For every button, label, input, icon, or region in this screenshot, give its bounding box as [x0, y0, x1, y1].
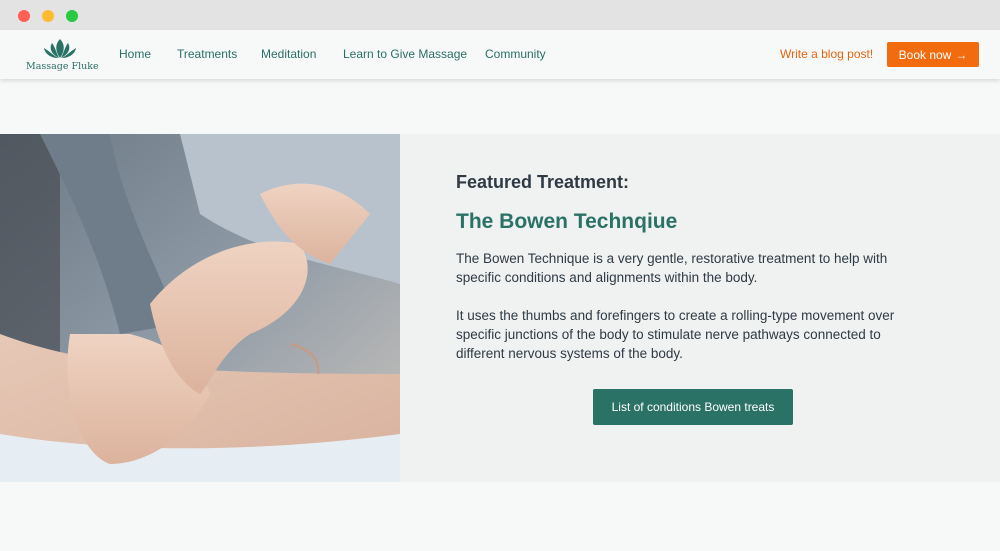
- massage-photo: [0, 134, 400, 482]
- nav-link-home[interactable]: Home: [119, 47, 151, 61]
- logo-text: Massage Fluke: [26, 61, 99, 72]
- close-window-button[interactable]: [18, 10, 30, 22]
- window-titlebar: [0, 0, 1000, 30]
- maximize-window-button[interactable]: [66, 10, 78, 22]
- site-logo[interactable]: Massage Fluke: [26, 37, 99, 75]
- treatment-description-1: The Bowen Technique is a very gentle, re…: [456, 251, 888, 285]
- nav-link-community[interactable]: Community: [485, 47, 546, 61]
- book-now-button[interactable]: Book now →: [887, 42, 979, 67]
- treatment-description-2: It uses the thumbs and forefingers to cr…: [456, 308, 895, 361]
- lotus-icon: [44, 39, 76, 58]
- featured-eyebrow: Featured Treatment:: [456, 172, 630, 192]
- treatment-title: The Bowen Technqiue: [456, 210, 678, 233]
- book-now-label: Book now: [898, 47, 952, 62]
- site-header: Massage Fluke Home Treatments Meditation…: [0, 30, 1000, 79]
- arrow-right-icon: →: [955, 47, 968, 62]
- nav-link-learn-massage[interactable]: Learn to Give Massage: [343, 47, 467, 61]
- minimize-window-button[interactable]: [42, 10, 54, 22]
- nav-link-meditation[interactable]: Meditation: [261, 47, 316, 61]
- nav-link-treatments[interactable]: Treatments: [177, 47, 237, 61]
- write-blog-post-link[interactable]: Write a blog post!: [780, 47, 873, 61]
- massage-illustration: [0, 134, 400, 482]
- conditions-list-button[interactable]: List of conditions Bowen treats: [593, 389, 793, 425]
- featured-treatment-section: Featured Treatment: The Bowen Technqiue …: [0, 134, 1000, 482]
